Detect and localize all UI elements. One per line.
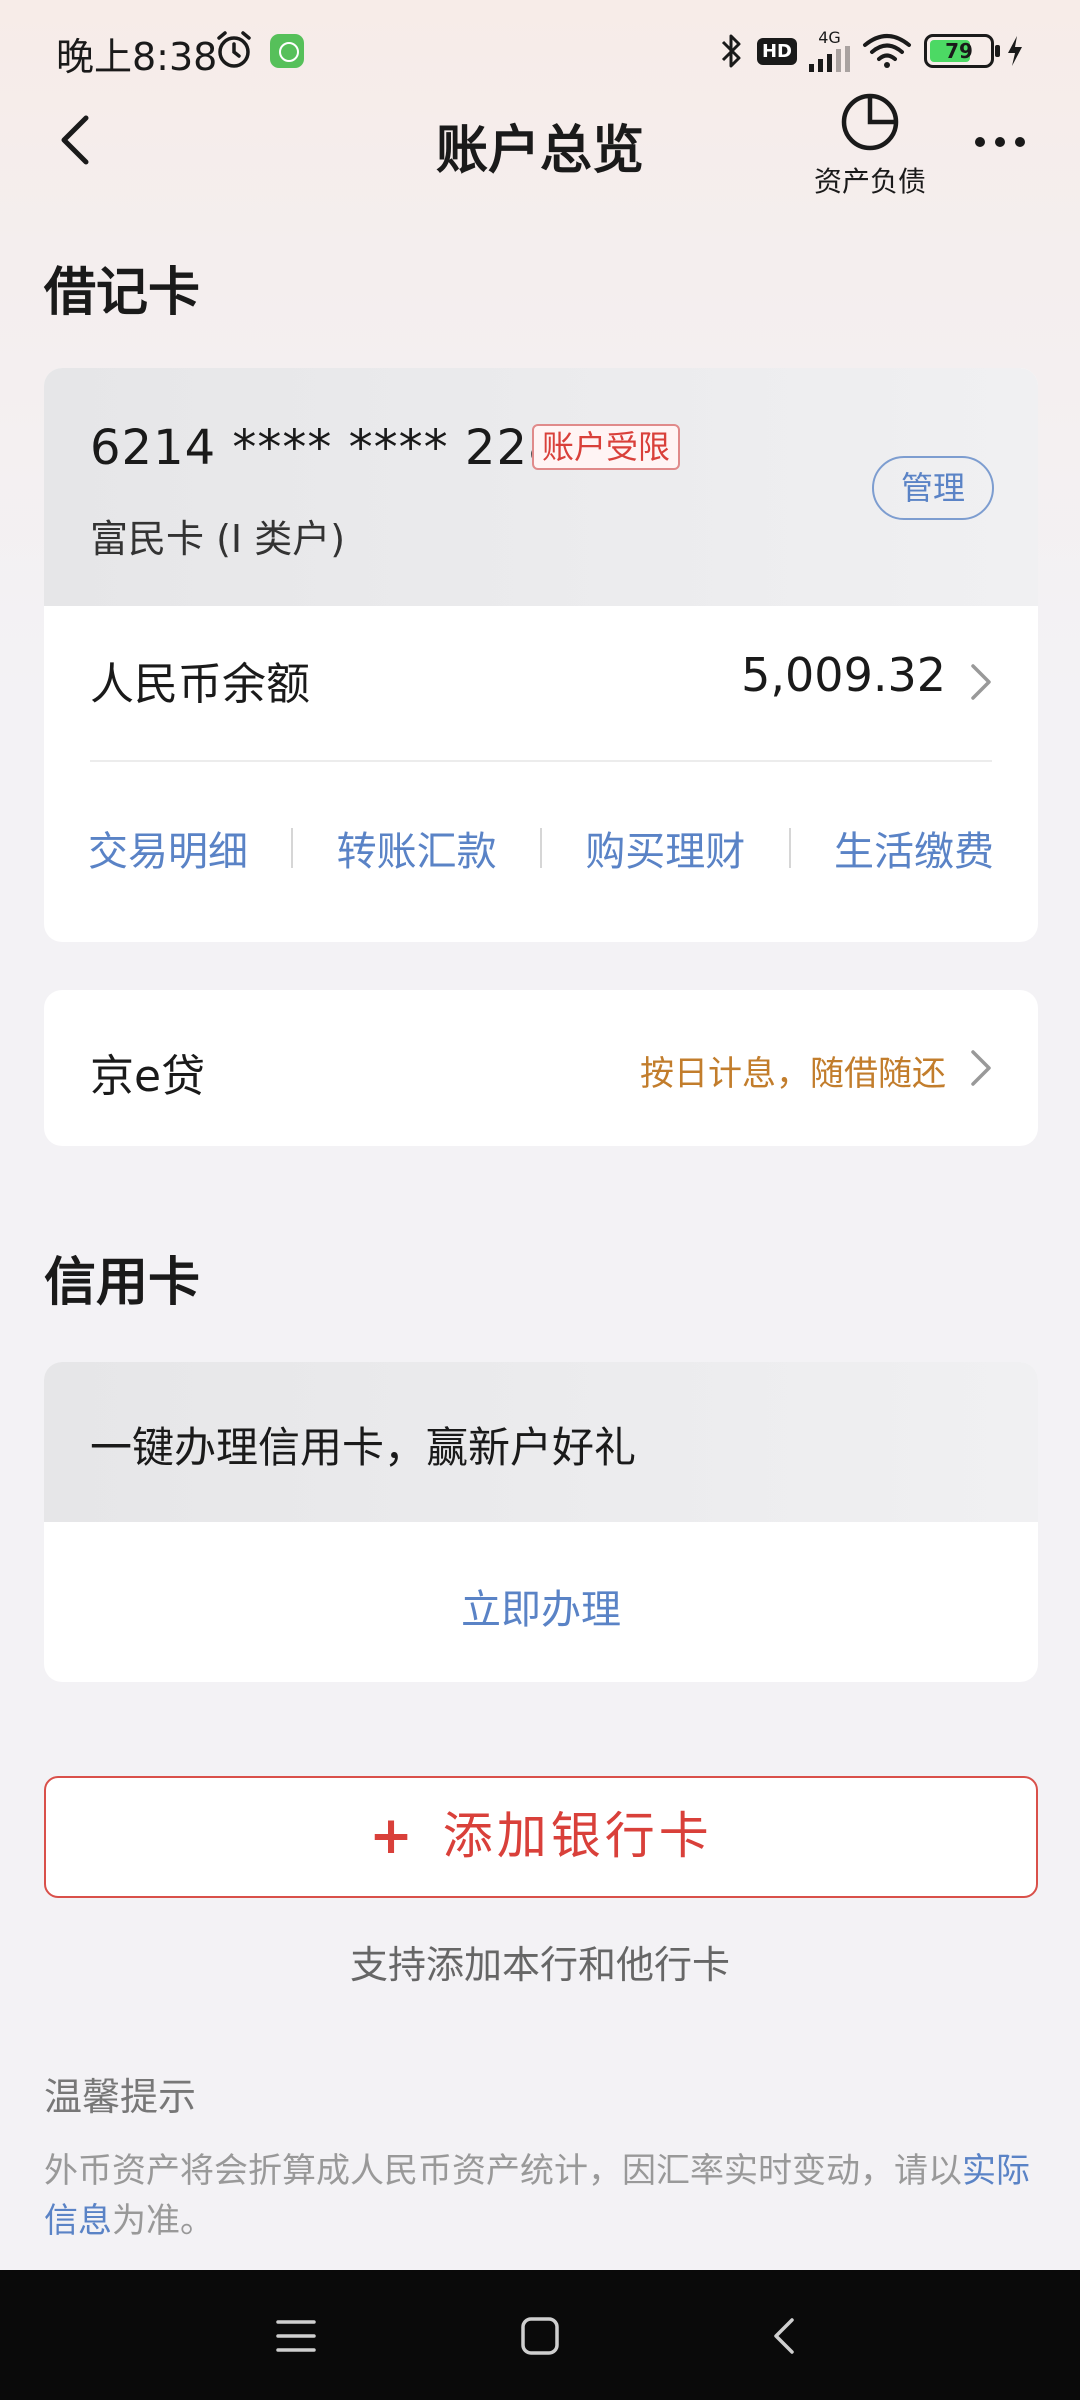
divider <box>539 828 542 868</box>
add-card-subtitle: 支持添加本行和他行卡 <box>349 1943 730 1987</box>
tips-text-end: 为准。 <box>112 2201 214 2241</box>
balance-value: 5,009.32 <box>741 648 946 702</box>
debit-card-header: 6214 **** **** 2284 账户受限 富民卡 (I 类户) 管理 <box>44 368 1038 606</box>
credit-card-promo: 一键办理信用卡，赢新户好礼 立即办理 <box>44 1362 1038 1682</box>
transfer-link[interactable]: 转账汇款 <box>337 819 497 877</box>
card-number: 6214 **** **** 2284 <box>90 420 592 476</box>
system-nav-bar <box>0 2270 1080 2400</box>
tips-body: 外币资产将会折算成人民币资产统计，因汇率实时变动，请以实际信息为准。 <box>44 2146 1034 2246</box>
tips-title: 温馨提示 <box>44 2075 197 2119</box>
add-bank-card-label: 添加银行卡 <box>442 1807 713 1865</box>
status-time: 晚上8:38 <box>56 35 218 79</box>
status-icons: HD 4G 79 <box>719 28 1024 74</box>
asset-liability-button[interactable]: 资产负债 <box>810 90 930 200</box>
divider <box>788 828 791 868</box>
chevron-right-icon <box>971 664 991 700</box>
app-header: 账户总览 资产负债 <box>0 90 1080 210</box>
utility-payment-link[interactable]: 生活缴费 <box>834 819 994 877</box>
debit-section-title: 借记卡 <box>44 263 201 323</box>
loan-hint: 按日计息，随借随还 <box>640 1054 946 1094</box>
promo-text: 一键办理信用卡，赢新户好礼 <box>90 1423 637 1472</box>
alarm-icon <box>217 31 251 68</box>
tips-text: 外币资产将会折算成人民币资产统计，因汇率实时变动，请以 <box>44 2151 962 2191</box>
asset-liability-label: 资产负债 <box>813 165 926 198</box>
home-icon[interactable] <box>518 2314 562 2358</box>
balance-label: 人民币余额 <box>90 659 310 710</box>
apply-now-button[interactable]: 立即办理 <box>44 1577 1038 1635</box>
chevron-right-icon <box>971 1050 991 1086</box>
more-icon[interactable] <box>970 130 1030 154</box>
battery-level: 79 <box>945 39 973 63</box>
charging-icon <box>1008 36 1022 66</box>
battery-icon: 79 <box>924 34 1000 68</box>
network-type: 4G <box>818 28 841 47</box>
loan-row[interactable]: 京e贷 按日计息，随借随还 <box>44 990 1038 1146</box>
loan-label: 京e贷 <box>90 1051 206 1102</box>
add-bank-card-button[interactable]: + 添加银行卡 <box>44 1776 1038 1898</box>
transaction-details-link[interactable]: 交易明细 <box>88 819 248 877</box>
credit-section-title: 信用卡 <box>44 1253 201 1313</box>
divider <box>90 760 992 762</box>
divider <box>291 828 294 868</box>
status-badge: 账户受限 <box>532 424 681 470</box>
app-notification-icon <box>270 34 304 68</box>
signal-icon: 4G <box>809 30 850 72</box>
wifi-icon <box>863 34 911 68</box>
card-type: 富民卡 (I 类户) <box>90 517 346 561</box>
bluetooth-icon <box>721 34 741 68</box>
status-bar: 晚上8:38 HD 4G 79 <box>0 0 1080 100</box>
pie-chart-icon <box>841 93 899 151</box>
debit-card: 6214 **** **** 2284 账户受限 富民卡 (I 类户) 管理 人… <box>44 368 1038 942</box>
quick-actions: 交易明细 转账汇款 购买理财 生活缴费 <box>44 808 1038 888</box>
menu-icon[interactable] <box>274 2314 318 2358</box>
buy-wealth-link[interactable]: 购买理财 <box>585 819 745 877</box>
plus-icon: + <box>369 1806 413 1866</box>
promo-header: 一键办理信用卡，赢新户好礼 <box>44 1362 1038 1522</box>
hd-badge: HD <box>756 37 797 65</box>
manage-button[interactable]: 管理 <box>872 456 994 520</box>
nav-back-icon[interactable] <box>764 2314 808 2358</box>
